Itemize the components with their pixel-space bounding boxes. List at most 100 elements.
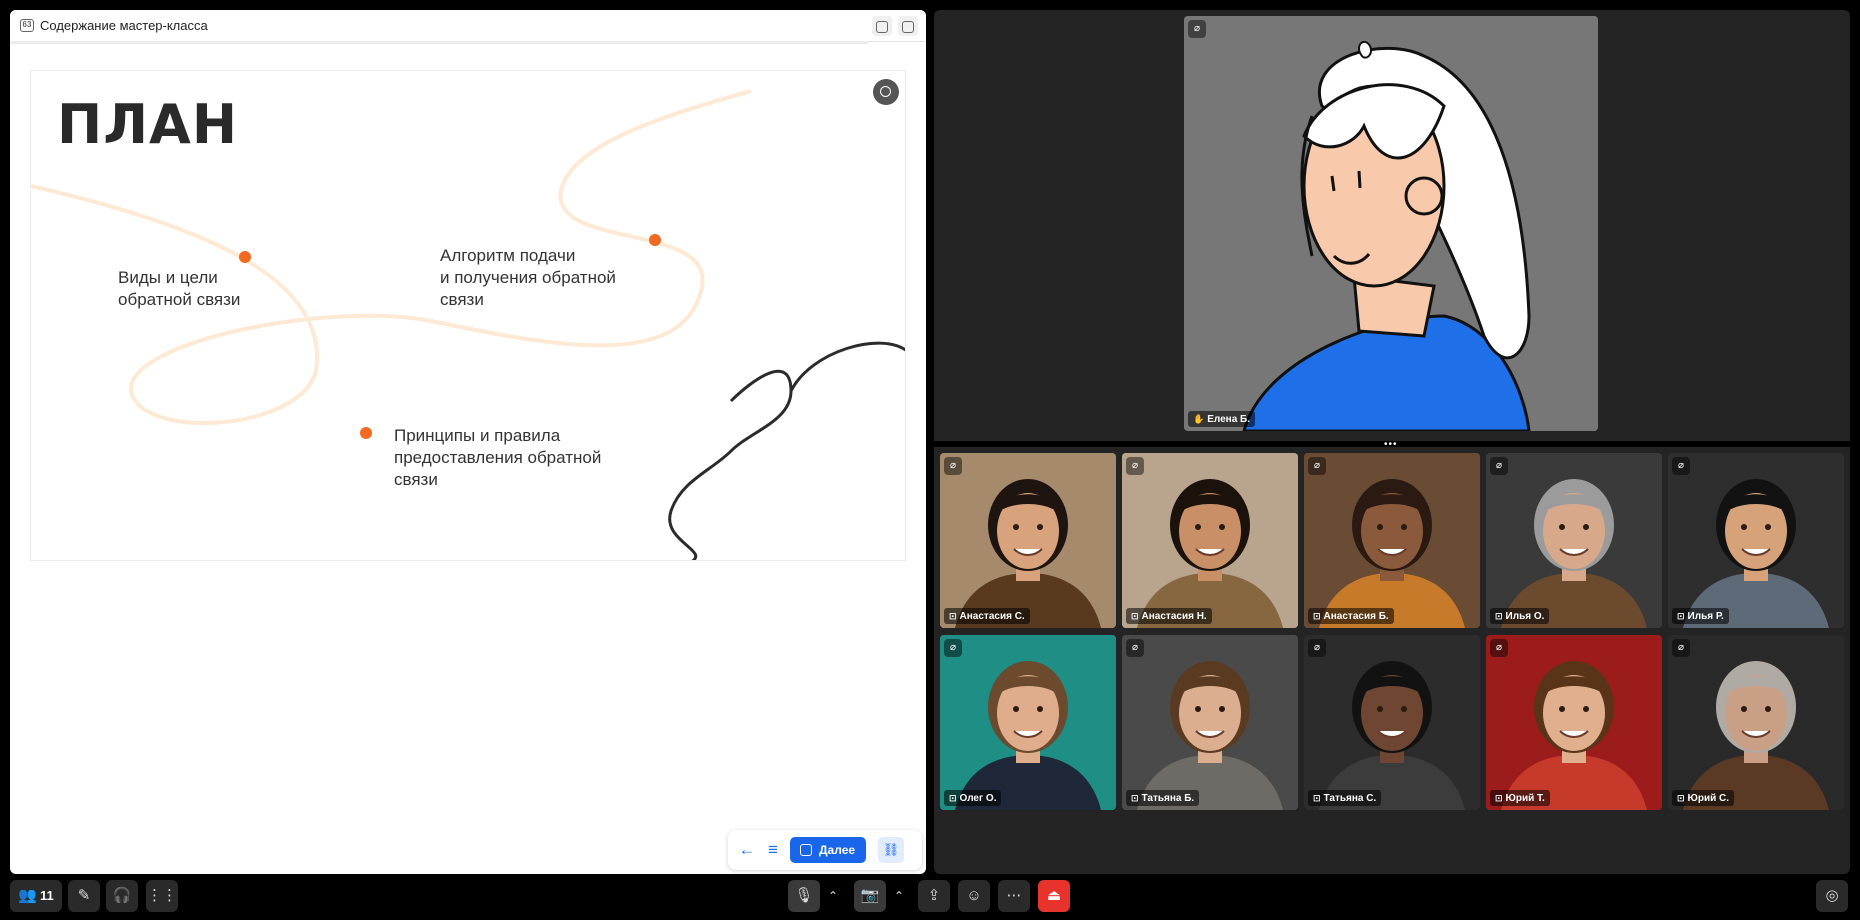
participant-name-tag: ⊡ Илья О. — [1490, 608, 1550, 624]
plan-dot — [649, 234, 661, 246]
camera-options-chevron-icon[interactable]: ⌃ — [888, 880, 910, 912]
participant-name: Анастасия Н. — [1141, 611, 1207, 622]
participant-name-tag: ⊡ Татьяна С. — [1308, 790, 1382, 806]
expand-button[interactable] — [898, 16, 918, 36]
participant-tile[interactable]: ⌀ ⊡ Илья О. — [1486, 453, 1662, 628]
participant-tile[interactable]: ⌀ ⊡ Юрий С. — [1668, 635, 1844, 810]
participant-name-tag: ⊡ Анастасия С. — [944, 608, 1030, 624]
participant-name-tag: ⊡ Анастасия Б. — [1308, 608, 1394, 624]
slide-navigation: ← ≡ Далее ⛓ — [728, 830, 922, 870]
participant-tile[interactable]: ⌀ ⊡ Илья Р. — [1668, 453, 1844, 628]
participant-name-tag: ⊡ Юрий С. — [1672, 790, 1735, 806]
participant-name-tag: ⊡ Илья Р. — [1672, 608, 1729, 624]
participant-photo — [1122, 453, 1298, 628]
collapse-button[interactable] — [872, 16, 892, 36]
leave-call-icon[interactable]: ⏏ — [1038, 880, 1070, 912]
participant-name: Юрий С. — [1687, 793, 1730, 804]
speaker-name: Елена Б. — [1207, 414, 1251, 425]
panel-resizer[interactable]: ••• — [934, 439, 1850, 450]
muted-mic-icon: ⌀ — [1126, 457, 1144, 475]
settings-icon[interactable]: ◎ — [1816, 880, 1848, 912]
participant-name-tag: ⊡ Юрий Т. — [1490, 790, 1550, 806]
participant-photo — [1668, 635, 1844, 810]
participant-name-tag: ⊡ Анастасия Н. — [1126, 608, 1212, 624]
camera-off-icon: ⊡ — [1677, 793, 1685, 803]
slide-title: ПЛАН — [57, 93, 239, 156]
camera-off-icon: ⊡ — [1495, 611, 1503, 621]
slide-list-icon[interactable]: ≡ — [762, 839, 784, 861]
participant-photo — [1304, 635, 1480, 810]
muted-mic-icon: ⌀ — [1308, 457, 1326, 475]
mic-options-chevron-icon[interactable]: ⌃ — [822, 880, 844, 912]
camera-off-icon: ⊡ — [1131, 793, 1139, 803]
participant-name: Анастасия Б. — [1323, 611, 1389, 622]
camera-off-icon: ⊡ — [1313, 611, 1321, 621]
participant-tile[interactable]: ⌀ ⊡ Олег О. — [940, 635, 1116, 810]
camera-off-icon: ⊡ — [949, 611, 957, 621]
muted-mic-icon: ⌀ — [1188, 20, 1206, 38]
plan-item: Принципы и правила предоставления обратн… — [394, 426, 602, 489]
slide: ПЛАН Виды и цели обратной связи Алгоритм… — [30, 70, 906, 561]
participant-name-tag: ⊡ Олег О. — [944, 790, 1002, 806]
camera-off-icon: ⊡ — [1677, 611, 1685, 621]
participant-name: Илья Р. — [1687, 611, 1724, 622]
participant-tile[interactable]: ⌀ ⊡ Анастасия С. — [940, 453, 1116, 628]
participant-name: Татьяна Б. — [1141, 793, 1195, 804]
participant-tile[interactable]: ⌀ ⊡ Анастасия Н. — [1122, 453, 1298, 628]
video-panel: ⌀ ✋ Елена Б. ••• ⌀ ⊡ Анастасия С. ⌀ ⊡ Анастаси… — [934, 10, 1850, 874]
next-label: Далее — [819, 843, 856, 857]
participant-photo — [1486, 635, 1662, 810]
muted-mic-icon: ⌀ — [944, 457, 962, 475]
document-title: Содержание мастер-класса — [40, 18, 208, 33]
plan-dot — [360, 427, 372, 439]
participant-photo — [1668, 453, 1844, 628]
hand-icon: ✋ — [1193, 414, 1205, 424]
participant-tile[interactable]: ⌀ ⊡ Татьяна Б. — [1122, 635, 1298, 810]
camera-off-icon[interactable]: 📷 — [854, 880, 886, 912]
headphones-icon[interactable]: 🎧 — [106, 880, 138, 912]
drag-handle-icon[interactable]: ••• — [1384, 439, 1398, 450]
presentation-panel: 63 Содержание мастер-класса ПЛАН Виды и … — [10, 10, 926, 874]
muted-mic-icon: ⌀ — [1490, 457, 1508, 475]
next-icon — [800, 844, 812, 856]
participant-photo — [940, 453, 1116, 628]
camera-off-icon: ⊡ — [1495, 793, 1503, 803]
speaker-video-tile: ⌀ ✋ Елена Б. — [1184, 16, 1598, 431]
participants-button[interactable]: 👥 11 — [10, 880, 62, 912]
participant-name: Илья О. — [1505, 611, 1545, 622]
participant-name: Анастасия С. — [959, 611, 1025, 622]
muted-mic-icon: ⌀ — [1672, 639, 1690, 657]
participant-name: Татьяна С. — [1323, 793, 1377, 804]
participants-icon: 👥 — [18, 887, 37, 904]
muted-mic-icon: ⌀ — [944, 639, 962, 657]
whiteboard-icon[interactable]: ✎ — [68, 880, 100, 912]
plan-dot — [239, 251, 251, 263]
mic-muted-icon[interactable]: 🎙 — [788, 880, 820, 912]
participant-photo — [1304, 453, 1480, 628]
camera-off-icon: ⊡ — [949, 793, 957, 803]
muted-mic-icon: ⌀ — [1672, 457, 1690, 475]
apps-grid-icon[interactable]: ⋮⋮ — [146, 880, 178, 912]
muted-mic-icon: ⌀ — [1308, 639, 1326, 657]
participant-grid: ⌀ ⊡ Анастасия С. ⌀ ⊡ Анастасия Н. ⌀ ⊡ Анастасия … — [940, 453, 1844, 813]
back-arrow-icon[interactable]: ← — [736, 839, 758, 861]
camera-off-icon: ⊡ — [1313, 793, 1321, 803]
participant-photo — [940, 635, 1116, 810]
participant-tile[interactable]: ⌀ ⊡ Анастасия Б. — [1304, 453, 1480, 628]
header-divider — [10, 41, 868, 44]
share-screen-icon[interactable]: ⇪ — [918, 880, 950, 912]
participant-tile[interactable]: ⌀ ⊡ Татьяна С. — [1304, 635, 1480, 810]
zoom-icon[interactable] — [873, 79, 899, 105]
participant-photo — [1486, 453, 1662, 628]
camera-off-icon: ⊡ — [1131, 611, 1139, 621]
muted-mic-icon: ⌀ — [1126, 639, 1144, 657]
speaker-avatar — [1184, 16, 1598, 431]
participant-tile[interactable]: ⌀ ⊡ Юрий Т. — [1486, 635, 1662, 810]
reactions-icon[interactable]: ☺ — [958, 880, 990, 912]
next-button[interactable]: Далее — [790, 837, 866, 863]
document-icon: 63 — [20, 19, 34, 32]
more-options-icon[interactable]: ⋯ — [998, 880, 1030, 912]
participant-photo — [1122, 635, 1298, 810]
speaker-name-tag: ✋ Елена Б. — [1188, 411, 1256, 427]
presentation-mode-icon[interactable]: ⛓ — [878, 837, 904, 863]
